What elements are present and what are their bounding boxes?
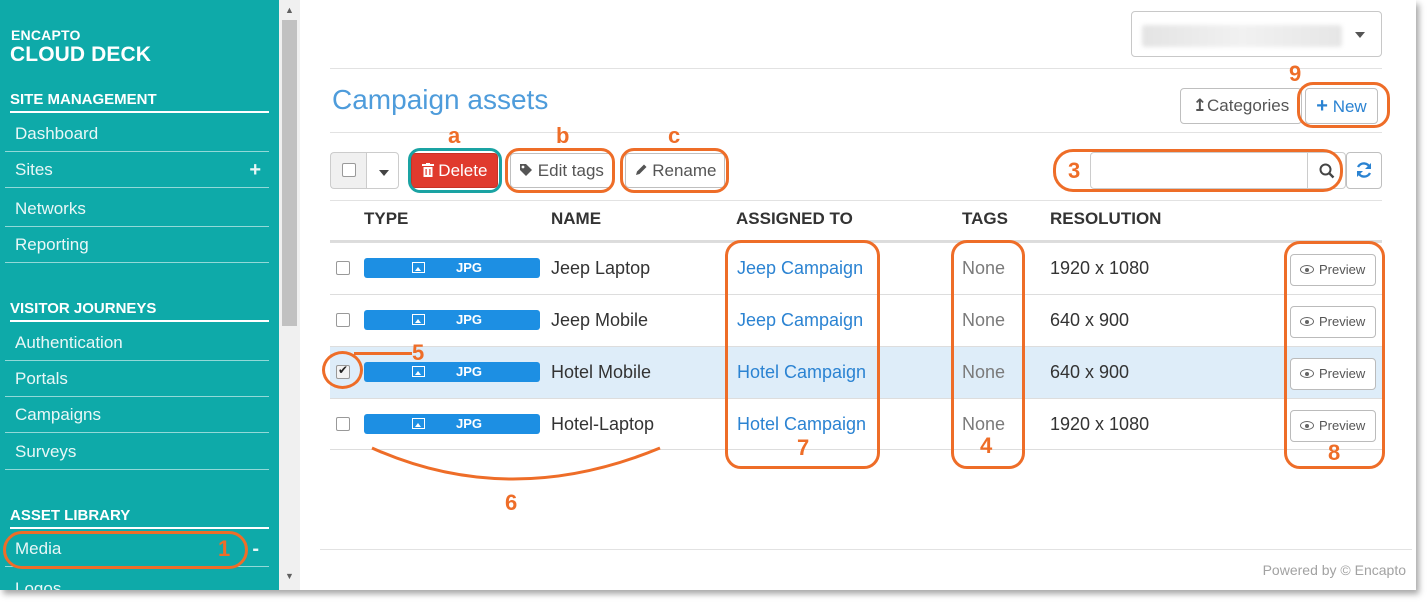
- scroll-down-arrow-icon[interactable]: ▼: [279, 568, 300, 584]
- asset-name: Hotel-Laptop: [551, 414, 655, 434]
- annotation-label-a: a: [448, 123, 461, 148]
- image-icon: [412, 366, 425, 377]
- app-window: ENCAPTO CLOUD DECK SITE MANAGEMENT Dashb…: [0, 0, 1416, 590]
- categories-label: Categories: [1207, 96, 1290, 115]
- asset-resolution: 1920 x 1080: [1050, 258, 1150, 278]
- annotation-label-6: 6: [505, 490, 518, 515]
- sidebar-item-logos[interactable]: Logos: [5, 571, 269, 590]
- annotation-label-5: 5: [412, 340, 425, 365]
- sidebar-item-label: Reporting: [15, 235, 89, 254]
- sidebar-item-dashboard[interactable]: Dashboard: [5, 116, 269, 152]
- sidebar-item-label: Logos: [15, 579, 62, 590]
- annotation-label-9: 9: [1289, 61, 1302, 86]
- sidebar-item-label: Networks: [15, 199, 86, 218]
- annotation-outline-3: [1053, 149, 1343, 192]
- divider: [330, 200, 1382, 201]
- scroll-up-arrow-icon[interactable]: ▲: [279, 2, 300, 18]
- sidebar-item-networks[interactable]: Networks: [5, 191, 269, 227]
- sidebar-item-label: Campaigns: [15, 405, 101, 424]
- sidebar-item-reporting[interactable]: Reporting: [5, 227, 269, 263]
- row-checkbox[interactable]: [336, 417, 350, 431]
- annotation-curve-6: [371, 446, 661, 481]
- scrollbar-thumb[interactable]: [282, 20, 297, 326]
- sidebar-item-portals[interactable]: Portals: [5, 361, 269, 397]
- page-title: Campaign assets: [332, 84, 549, 115]
- annotation-outline-b: [505, 148, 615, 193]
- sidebar: ENCAPTO CLOUD DECK SITE MANAGEMENT Dashb…: [0, 0, 279, 590]
- annotation-label-3: 3: [1068, 158, 1081, 183]
- asset-name: Jeep Mobile: [551, 310, 649, 330]
- annotation-label-8: 8: [1328, 440, 1341, 465]
- refresh-icon: [1356, 162, 1372, 178]
- annotation-label-4: 4: [980, 433, 993, 458]
- file-type-badge: JPG: [364, 258, 540, 278]
- upload-arrow-icon: ↥: [1192, 96, 1208, 115]
- brand-title: CLOUD DECK: [10, 43, 151, 66]
- select-options-dropdown[interactable]: [366, 152, 399, 189]
- sidebar-item-label: Sites: [15, 160, 53, 179]
- sidebar-item-authentication[interactable]: Authentication: [5, 325, 269, 361]
- footer-credit: Powered by © Encapto: [1262, 562, 1406, 578]
- section-asset-library: ASSET LIBRARY: [10, 507, 269, 529]
- sidebar-item-surveys[interactable]: Surveys: [5, 434, 269, 470]
- brand-small: ENCAPTO: [11, 27, 81, 43]
- divider: [330, 132, 1382, 133]
- annotation-outline-8: [1284, 241, 1385, 469]
- annotation-label-7: 7: [797, 435, 810, 460]
- column-header-resolution[interactable]: RESOLUTION: [1050, 209, 1161, 229]
- asset-resolution: 640 x 900: [1050, 310, 1130, 330]
- annotation-label-b: b: [556, 123, 570, 148]
- section-visitor-journeys: VISITOR JOURNEYS: [10, 300, 269, 322]
- annotation-label-c: c: [668, 123, 681, 148]
- column-header-tags[interactable]: TAGS: [962, 209, 1008, 229]
- collapse-minus-icon[interactable]: -: [252, 531, 259, 567]
- row-checkbox[interactable]: [336, 261, 350, 275]
- annotation-outline-a: [408, 148, 502, 193]
- sidebar-scrollbar[interactable]: ▲ ▼: [279, 0, 300, 590]
- checkbox-box: [342, 163, 356, 177]
- sidebar-item-sites[interactable]: Sites +: [5, 152, 269, 188]
- row-checkbox[interactable]: [336, 313, 350, 327]
- asset-resolution: 640 x 900: [1050, 362, 1130, 382]
- annotation-outline-c: [620, 148, 729, 193]
- site-select-dropdown[interactable]: [1131, 11, 1382, 57]
- column-header-assigned-to[interactable]: ASSIGNED TO: [736, 209, 853, 229]
- column-header-type[interactable]: TYPE: [364, 209, 408, 229]
- sidebar-item-campaigns[interactable]: Campaigns: [5, 397, 269, 433]
- chevron-down-icon: [379, 170, 389, 176]
- sidebar-item-label: Authentication: [15, 333, 123, 352]
- sidebar-item-label: Portals: [15, 369, 68, 388]
- image-icon: [412, 262, 425, 273]
- file-type-badge: JPG: [364, 310, 540, 330]
- redacted-value: [1142, 25, 1342, 47]
- column-header-name[interactable]: NAME: [551, 209, 601, 229]
- chevron-down-icon: [1355, 32, 1365, 38]
- asset-name: Jeep Laptop: [551, 258, 651, 278]
- image-icon: [412, 418, 425, 429]
- asset-resolution: 1920 x 1080: [1050, 414, 1150, 434]
- section-site-management: SITE MANAGEMENT: [10, 91, 269, 113]
- sidebar-item-label: Dashboard: [15, 124, 99, 143]
- categories-button[interactable]: ↥Categories: [1180, 88, 1302, 124]
- sidebar-item-label: Surveys: [15, 442, 77, 461]
- expand-plus-icon[interactable]: +: [249, 152, 261, 188]
- annotation-outline-5: [322, 351, 363, 389]
- annotation-label-1: 1: [218, 536, 231, 561]
- divider: [330, 68, 1382, 69]
- annotation-outline-1: [3, 531, 248, 569]
- image-icon: [412, 314, 425, 325]
- refresh-button[interactable]: [1346, 152, 1382, 189]
- annotation-pointer-5: [354, 352, 412, 355]
- select-all-checkbox[interactable]: [330, 152, 366, 189]
- asset-name: Hotel Mobile: [551, 362, 652, 382]
- file-type-badge: JPG: [364, 414, 540, 434]
- annotation-outline-9: [1297, 82, 1390, 128]
- file-type-badge: JPG: [364, 362, 540, 382]
- footer-divider: [320, 549, 1412, 550]
